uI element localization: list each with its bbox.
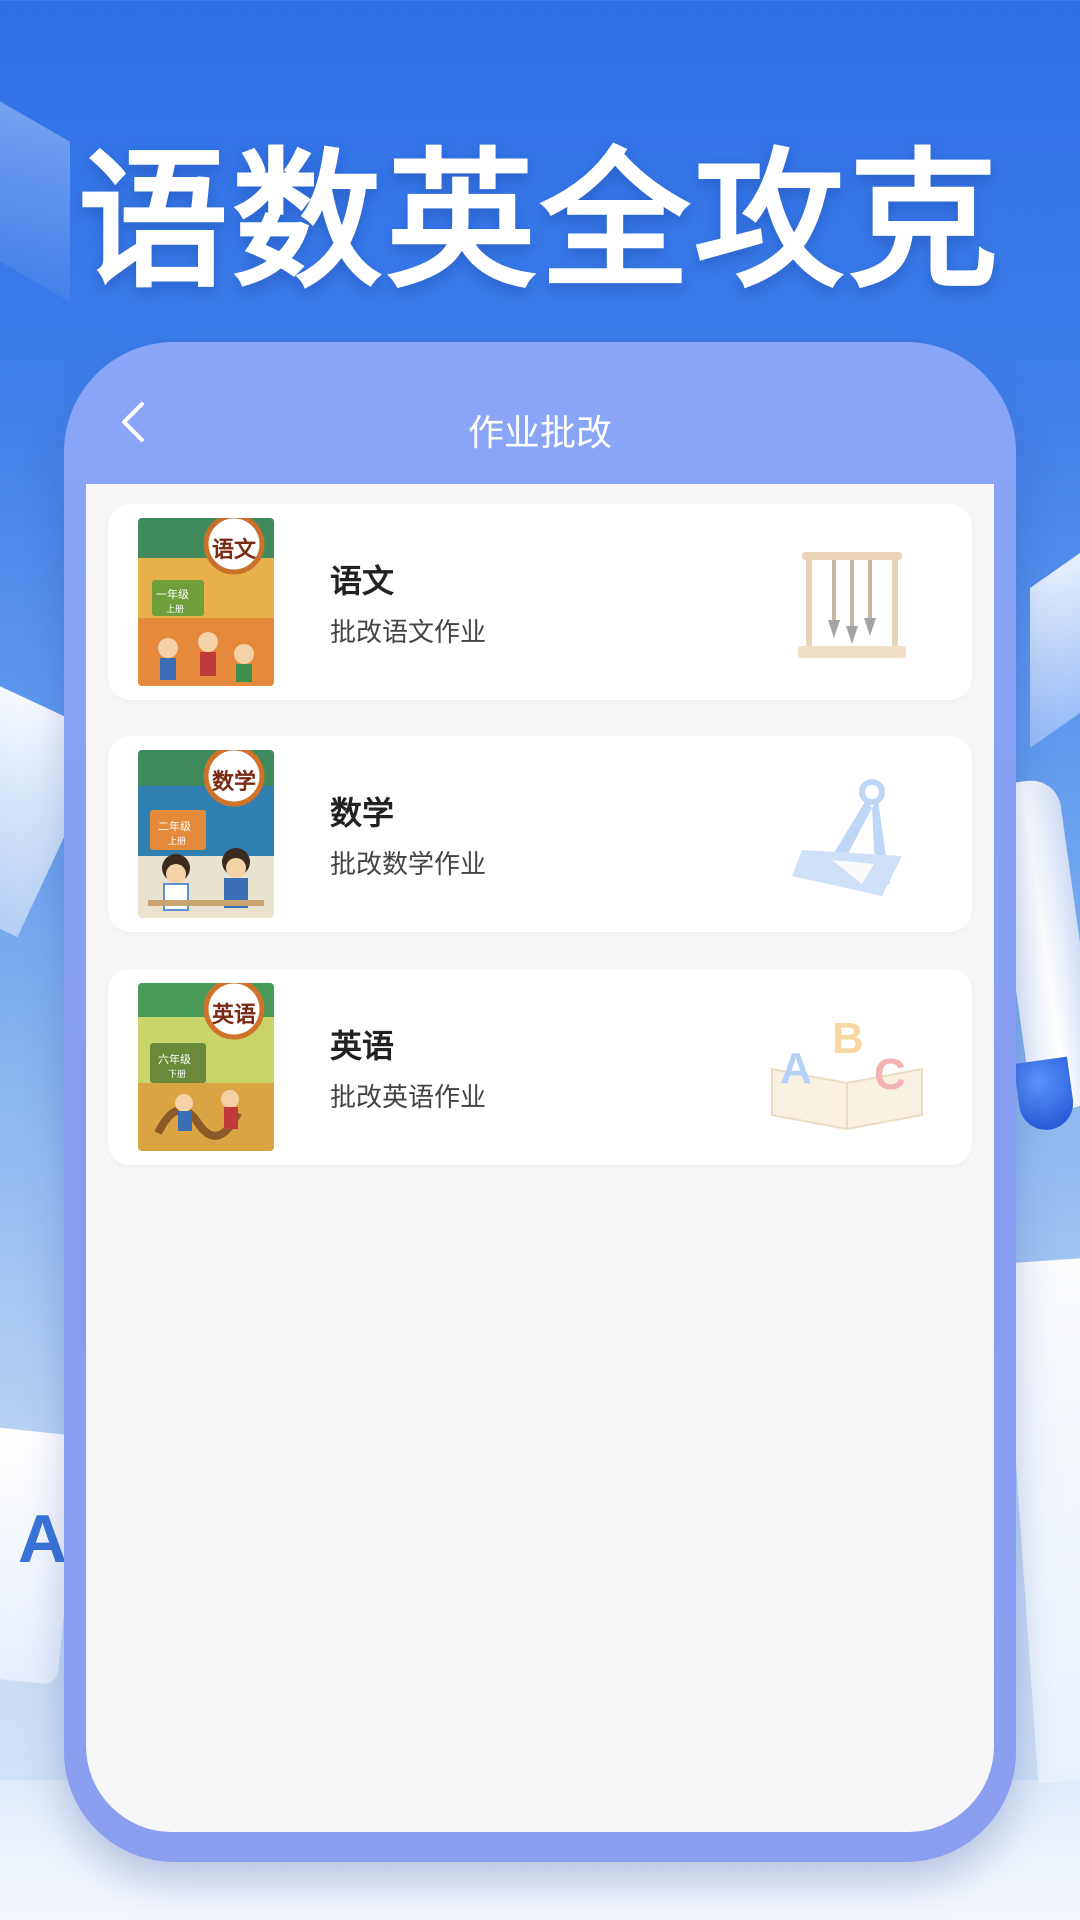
cover-title: 语文 (212, 538, 257, 563)
cover-volume: 上册 (168, 837, 187, 847)
brush-rack-icon (762, 534, 932, 674)
cover-title: 英语 (212, 1003, 257, 1028)
compass-ruler-icon (762, 766, 932, 906)
content-area: 语文 一年级 上册 语文 批改语文作业 数学 二年级 上册 数学 批改数学作业 … (86, 484, 994, 1832)
cover-grade: 一年级 (156, 588, 189, 601)
cover-title: 数学 (212, 770, 257, 795)
subject-title: 语文 (330, 562, 395, 600)
subject-subtitle: 批改语文作业 (330, 618, 487, 648)
cover-volume: 上册 (166, 605, 185, 615)
cover-grade: 六年级 (158, 1053, 191, 1066)
svg-text:C: C (874, 1050, 906, 1099)
phone-frame: 作业批改 语文 一年级 上册 语文 批改语文作业 数学 二年级 上册 数学 批改… (64, 342, 1016, 1862)
subject-card-chinese[interactable]: 语文 一年级 上册 语文 批改语文作业 (108, 504, 972, 700)
headline: 语数英全攻克 (77, 135, 1002, 309)
letter-card-letter: A (18, 1501, 68, 1577)
pen-tip-decoration (1013, 1056, 1077, 1134)
svg-text:A: A (780, 1044, 812, 1093)
subject-subtitle: 批改英语作业 (330, 1083, 487, 1113)
abc-book-icon: A B C (762, 999, 932, 1139)
subject-card-english[interactable]: 英语 六年级 下册 英语 批改英语作业 A B C (108, 969, 972, 1165)
subject-title: 英语 (330, 1027, 395, 1065)
page-title: 作业批改 (467, 413, 612, 454)
textbook-cover-chinese: 语文 一年级 上册 (138, 518, 274, 686)
subject-title: 数学 (330, 794, 395, 832)
navbar: 作业批改 (64, 342, 1016, 484)
subject-card-math[interactable]: 数学 二年级 上册 数学 批改数学作业 (108, 736, 972, 932)
subject-subtitle: 批改数学作业 (330, 850, 487, 880)
cover-volume: 下册 (168, 1070, 187, 1080)
textbook-cover-math: 数学 二年级 上册 (138, 750, 274, 918)
background-decoration (1030, 531, 1080, 749)
cover-grade: 二年级 (158, 820, 191, 833)
textbook-cover-english: 英语 六年级 下册 (138, 983, 274, 1151)
svg-text:B: B (832, 1014, 864, 1063)
